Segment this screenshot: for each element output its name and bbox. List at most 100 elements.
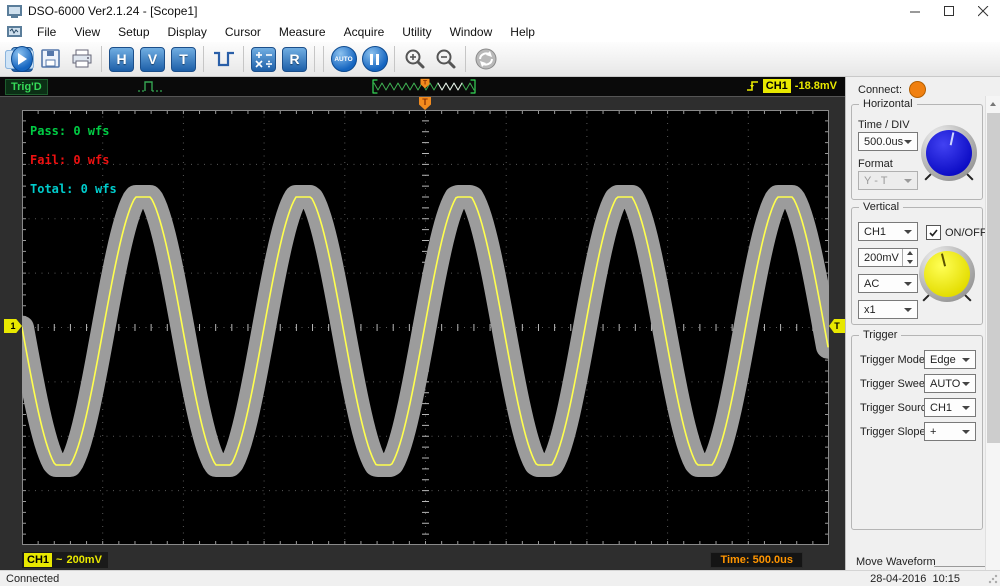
menu-display[interactable]: Display xyxy=(159,23,216,41)
panel-scrollbar[interactable] xyxy=(985,96,1000,570)
pause-icon xyxy=(370,54,379,65)
chevron-down-icon xyxy=(904,308,912,312)
trigger-position-marker[interactable]: T xyxy=(419,97,431,110)
menu-file[interactable]: File xyxy=(28,23,65,41)
vertical-group: Vertical CH1 ON/OFF 200mV AC x1 xyxy=(851,207,983,325)
vertical-knob[interactable] xyxy=(919,246,975,302)
channel-onoff-checkbox[interactable] xyxy=(926,225,941,240)
spin-down-button[interactable] xyxy=(903,258,917,267)
scope-icon xyxy=(7,26,22,39)
resize-grip[interactable] xyxy=(988,574,998,584)
scrollbar-up-button[interactable] xyxy=(986,96,1000,111)
trigger-menu-button[interactable]: T xyxy=(169,45,198,74)
format-label: Format xyxy=(858,158,893,170)
menu-setup[interactable]: Setup xyxy=(109,23,158,41)
menu-help[interactable]: Help xyxy=(501,23,544,41)
run-button-face xyxy=(11,46,33,72)
trigger-mode-select[interactable]: Edge xyxy=(924,350,976,369)
horizontal-knob-face xyxy=(926,130,972,176)
pause-button[interactable] xyxy=(360,45,389,74)
coupling-value: AC xyxy=(864,278,879,290)
trigger-level-value: -18.8mV xyxy=(795,80,837,92)
waveform-preview[interactable]: T xyxy=(370,77,480,96)
pass-fail-readout: Pass: 0 wfs Fail: 0 wfs Total: 0 wfs xyxy=(30,117,117,204)
trigger-group: Trigger Trigger Mode Edge Trigger Sweep … xyxy=(851,335,983,530)
toolbar-separator xyxy=(203,46,204,72)
chevron-down-icon xyxy=(962,358,970,362)
channel-value: CH1 xyxy=(864,226,886,238)
self-calibration-button[interactable] xyxy=(471,45,500,74)
horizontal-menu-button[interactable]: H xyxy=(107,45,136,74)
save-button[interactable] xyxy=(36,45,65,74)
chevron-down-icon xyxy=(904,140,912,144)
knob-tick xyxy=(964,294,971,301)
vertical-scale-spinner[interactable]: 200mV xyxy=(858,248,918,267)
trigger-level-marker[interactable]: T xyxy=(829,319,845,333)
main-toolbar: H V T R xyxy=(0,42,1000,77)
trigger-slope-select[interactable]: + xyxy=(924,422,976,441)
horizontal-group-title: Horizontal xyxy=(859,98,917,110)
toolbar-separator xyxy=(465,46,466,72)
vertical-menu-button[interactable]: V xyxy=(138,45,167,74)
math-button[interactable] xyxy=(249,45,278,74)
close-button[interactable] xyxy=(966,0,1000,22)
knob-tick xyxy=(966,173,973,180)
menu-acquire[interactable]: Acquire xyxy=(335,23,394,41)
horizontal-knob[interactable] xyxy=(921,125,977,181)
scrollbar-thumb[interactable] xyxy=(987,113,1000,443)
coupling-select[interactable]: AC xyxy=(858,274,918,293)
pulse-fall-icon xyxy=(213,49,235,69)
trigger-slope-value: + xyxy=(930,426,936,438)
menu-view[interactable]: View xyxy=(65,23,109,41)
time-div-select[interactable]: 500.0us xyxy=(858,132,918,151)
h-button-face: H xyxy=(109,47,134,72)
chevron-down-icon xyxy=(962,406,970,410)
autoset-label: AUTO xyxy=(334,56,352,63)
menu-utility[interactable]: Utility xyxy=(393,23,440,41)
connect-label: Connect: xyxy=(858,84,902,96)
run-button[interactable] xyxy=(5,50,34,69)
reference-button[interactable]: R xyxy=(280,45,309,74)
v-button-face: V xyxy=(140,47,165,72)
waveform-plot[interactable]: Pass: 0 wfs Fail: 0 wfs Total: 0 wfs xyxy=(22,110,829,545)
menu-window[interactable]: Window xyxy=(441,23,502,41)
minimize-button[interactable] xyxy=(898,0,932,22)
coupling-symbol: ~ xyxy=(56,554,62,566)
pulse-mode-icon xyxy=(138,80,168,94)
channel1-badge: CH1 xyxy=(24,553,52,567)
maximize-button[interactable] xyxy=(932,0,966,22)
format-select: Y - T xyxy=(858,171,918,190)
chevron-down-icon xyxy=(904,230,912,234)
knob-tick xyxy=(922,294,929,301)
trigger-group-title: Trigger xyxy=(859,329,901,341)
trigger-sweep-select[interactable]: AUTO xyxy=(924,374,976,393)
probe-select[interactable]: x1 xyxy=(858,300,918,319)
channel1-level-marker[interactable]: 1 xyxy=(4,319,22,333)
menu-measure[interactable]: Measure xyxy=(270,23,335,41)
triangle-down-icon xyxy=(907,260,913,264)
connection-status: Connected xyxy=(6,573,59,585)
onoff-label: ON/OFF xyxy=(945,227,987,239)
edge-trigger-icon xyxy=(746,79,759,93)
toolbar-separator xyxy=(323,46,324,72)
menu-cursor[interactable]: Cursor xyxy=(216,23,270,41)
scope-status-bar: Trig'D T CH1 -18.8mV xyxy=(0,77,845,97)
connect-button[interactable] xyxy=(909,81,926,98)
scope-display: Pass: 0 wfs Fail: 0 wfs Total: 0 wfs T 1… xyxy=(0,97,845,570)
spin-up-button[interactable] xyxy=(903,249,917,258)
print-button[interactable] xyxy=(67,45,96,74)
horizontal-group: Horizontal Time / DIV 500.0us Format Y -… xyxy=(851,104,983,200)
chevron-down-icon xyxy=(904,179,912,183)
channel-select[interactable]: CH1 xyxy=(858,222,918,241)
trigger-source-select[interactable]: CH1 xyxy=(924,398,976,417)
zoom-out-button[interactable] xyxy=(431,45,460,74)
window-title: DSO-6000 Ver2.1.24 - [Scope1] xyxy=(28,4,197,18)
trigger-slope-label: Trigger Slope xyxy=(860,426,926,438)
time-div-value: 500.0us xyxy=(864,136,903,148)
trigger-mode-value: Edge xyxy=(930,354,956,366)
pass-fail-fall-button[interactable] xyxy=(209,45,238,74)
trigger-source-value: CH1 xyxy=(930,402,952,414)
t-button-face: T xyxy=(171,47,196,72)
zoom-in-button[interactable] xyxy=(400,45,429,74)
autoset-button[interactable]: AUTO xyxy=(329,45,358,74)
